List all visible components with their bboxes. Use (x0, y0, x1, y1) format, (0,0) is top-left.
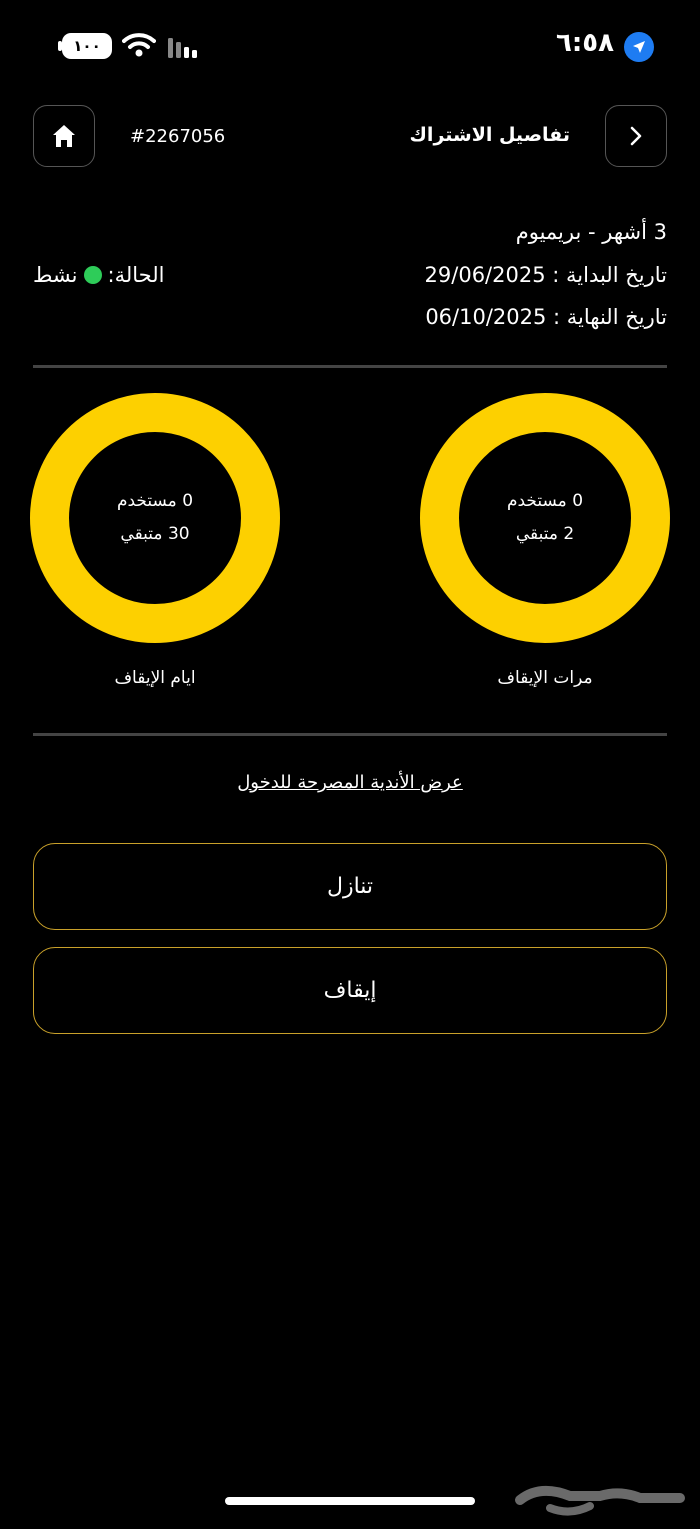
transfer-button[interactable]: تنازل (33, 843, 667, 930)
freeze-count-ring: 0 مستخدم 2 متبقي (420, 393, 670, 643)
wifi-icon (122, 32, 156, 62)
view-clubs-link[interactable]: عرض الأندية المصرحة للدخول (0, 772, 700, 793)
status-value: نشط (33, 263, 78, 287)
divider (33, 733, 667, 736)
freeze-count-label: مرات الإيقاف (497, 668, 593, 688)
divider (33, 365, 667, 368)
freeze-days-remaining: 30 متبقي (120, 524, 190, 544)
back-button[interactable] (605, 105, 667, 167)
freeze-days-label: ايام الإيقاف (114, 668, 196, 688)
battery-icon: ١٠٠ (62, 33, 112, 59)
plan-name: 3 أشهر - بريميوم (515, 220, 667, 244)
location-arrow-icon (624, 32, 654, 62)
freeze-days-used: 0 مستخدم (116, 491, 194, 511)
start-date: تاريخ البداية : 29/06/2025 (424, 263, 667, 287)
cellular-signal-icon (166, 36, 206, 62)
chevron-right-icon (630, 126, 642, 146)
freeze-button[interactable]: إيقاف (33, 947, 667, 1034)
home-indicator[interactable] (225, 1497, 475, 1505)
freeze-count-used: 0 مستخدم (506, 491, 584, 511)
freeze-count-remaining: 2 متبقي (515, 524, 575, 544)
haraj-logo (515, 1485, 685, 1516)
home-icon (53, 125, 75, 147)
home-button[interactable] (33, 105, 95, 167)
status-label: الحالة: (107, 263, 165, 287)
watermark-logo (510, 1470, 690, 1529)
status-row: الحالة: نشط (33, 263, 164, 287)
freeze-days-ring: 0 مستخدم 30 متبقي (30, 393, 280, 643)
status-time: ٦:٥٨ (555, 28, 614, 58)
subscription-id: #2267056 (130, 126, 226, 147)
end-date: تاريخ النهاية : 06/10/2025 (425, 305, 667, 329)
page-title: تفاصيل الاشتراك (409, 124, 570, 146)
status-dot-icon (83, 266, 102, 284)
